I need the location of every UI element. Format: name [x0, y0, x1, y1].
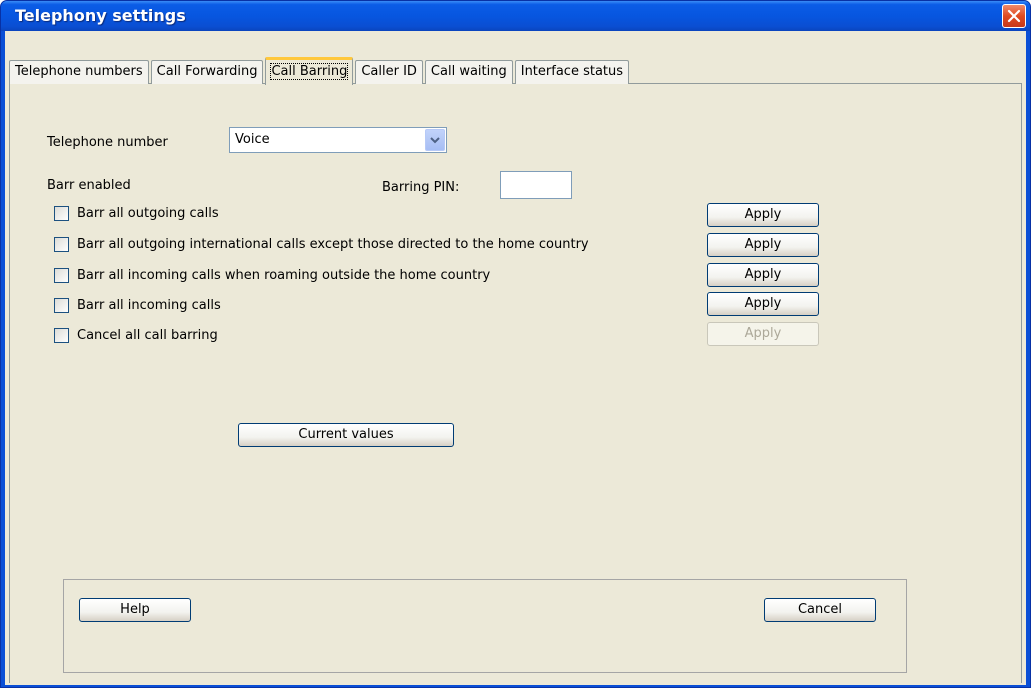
- barr-roaming-label: Barr all incoming calls when roaming out…: [77, 268, 491, 283]
- telephony-settings-window: Telephony settings Telephone numbers Cal…: [0, 0, 1031, 688]
- barr-outgoing-checkbox[interactable]: [54, 206, 69, 221]
- barr-enabled-label: Barr enabled: [47, 178, 131, 193]
- barring-pin-label: Barring PIN:: [382, 180, 460, 195]
- telephone-number-selected-value: Voice: [235, 132, 270, 147]
- dialog-client-area: Telephone numbers Call Forwarding Call B…: [5, 31, 1026, 685]
- apply-barr-incoming-button[interactable]: Apply: [707, 292, 819, 316]
- tab-call-barring[interactable]: Call Barring: [265, 57, 354, 85]
- cancel-button[interactable]: Cancel: [764, 598, 876, 622]
- barr-international-label: Barr all outgoing international calls ex…: [77, 237, 589, 252]
- close-button[interactable]: [1002, 4, 1026, 28]
- telephone-number-label: Telephone number: [47, 135, 168, 150]
- cancel-barring-label: Cancel all call barring: [77, 328, 218, 343]
- barr-outgoing-label: Barr all outgoing calls: [77, 206, 219, 221]
- tab-interface-status[interactable]: Interface status: [514, 60, 630, 84]
- cancel-barring-checkbox[interactable]: [54, 328, 69, 343]
- telephone-number-select[interactable]: Voice: [229, 127, 447, 153]
- apply-barr-international-button[interactable]: Apply: [707, 233, 819, 257]
- help-button[interactable]: Help: [79, 598, 191, 622]
- barr-incoming-label: Barr all incoming calls: [77, 298, 221, 313]
- tab-caller-id[interactable]: Caller ID: [355, 60, 423, 84]
- tab-call-waiting[interactable]: Call waiting: [424, 60, 513, 84]
- close-icon: [1007, 9, 1021, 23]
- chevron-down-icon: [430, 137, 440, 144]
- title-bar[interactable]: Telephony settings: [1, 1, 1030, 31]
- apply-barr-outgoing-button[interactable]: Apply: [707, 203, 819, 227]
- window-title: Telephony settings: [15, 6, 186, 25]
- apply-barr-roaming-button[interactable]: Apply: [707, 263, 819, 287]
- barr-international-checkbox[interactable]: [54, 237, 69, 252]
- tab-telephone-numbers[interactable]: Telephone numbers: [9, 60, 149, 84]
- dropdown-button[interactable]: [425, 129, 445, 151]
- barring-pin-input[interactable]: [500, 171, 572, 199]
- apply-cancel-barring-button[interactable]: Apply: [707, 322, 819, 346]
- bottom-button-group: [63, 579, 907, 673]
- tab-call-forwarding[interactable]: Call Forwarding: [150, 60, 264, 84]
- barr-incoming-checkbox[interactable]: [54, 298, 69, 313]
- tab-strip: Telephone numbers Call Forwarding Call B…: [9, 56, 631, 85]
- barr-roaming-checkbox[interactable]: [54, 268, 69, 283]
- current-values-button[interactable]: Current values: [238, 423, 454, 447]
